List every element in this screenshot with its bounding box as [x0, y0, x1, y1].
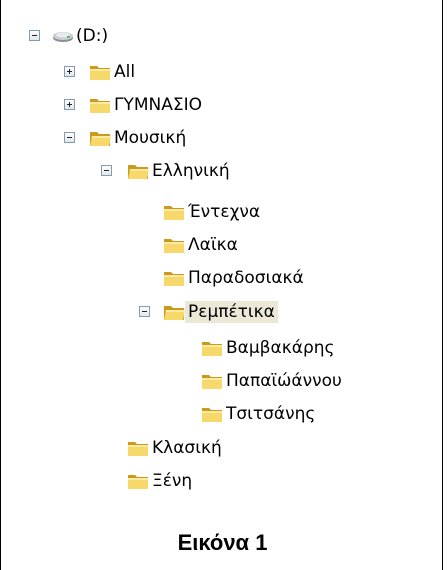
- expand-toggle-icon[interactable]: [64, 66, 75, 77]
- folder-tree-panel: (D:) All ΓΥΜΝΑΣΙΟ Μουσική Ελληνική Έντεχ…: [0, 0, 443, 570]
- tree-node-label: Παπαϊώάννου: [226, 371, 342, 391]
- folder-icon: [202, 342, 222, 356]
- tree-node-label: Κλασική: [152, 438, 222, 458]
- collapse-toggle-icon[interactable]: [101, 165, 112, 176]
- tree-node-label: Τσιτσάνης: [226, 404, 316, 424]
- open-folder-icon: [90, 132, 111, 146]
- tree-node-label: Λαϊκα: [188, 235, 238, 255]
- drive-icon: [53, 32, 73, 42]
- figure-caption: Εικόνα 1: [177, 530, 268, 555]
- folder-icon: [164, 206, 184, 220]
- folder-icon: [90, 66, 110, 80]
- tree-node-label: Ελληνική: [152, 161, 230, 181]
- tree-node-label: Ξένη: [152, 471, 193, 491]
- folder-icon: [128, 475, 148, 489]
- folder-icon: [128, 442, 148, 456]
- tree-node-label: ΓΥΜΝΑΣΙΟ: [114, 95, 203, 115]
- tree-node-label: Βαμβακάρης: [226, 338, 335, 358]
- tree-node-label: Παραδοσιακά: [188, 268, 304, 288]
- expand-toggle-icon[interactable]: [64, 99, 75, 110]
- folder-icon: [164, 239, 184, 253]
- open-folder-icon: [164, 306, 185, 320]
- folder-icon: [164, 272, 184, 286]
- tree-node-label: Έντεχνα: [188, 202, 261, 222]
- collapse-toggle-icon[interactable]: [139, 306, 150, 317]
- folder-icon: [202, 375, 222, 389]
- tree-node-label: All: [114, 62, 136, 82]
- open-folder-icon: [128, 165, 149, 179]
- tree-node-label: (D:): [76, 26, 109, 46]
- folder-icon: [90, 99, 110, 113]
- collapse-toggle-icon[interactable]: [29, 30, 40, 41]
- tree-node-label-selected: Ρεμπέτικα: [185, 301, 278, 323]
- tree-node-label: Μουσική: [114, 128, 187, 148]
- collapse-toggle-icon[interactable]: [64, 132, 75, 143]
- folder-icon: [202, 408, 222, 422]
